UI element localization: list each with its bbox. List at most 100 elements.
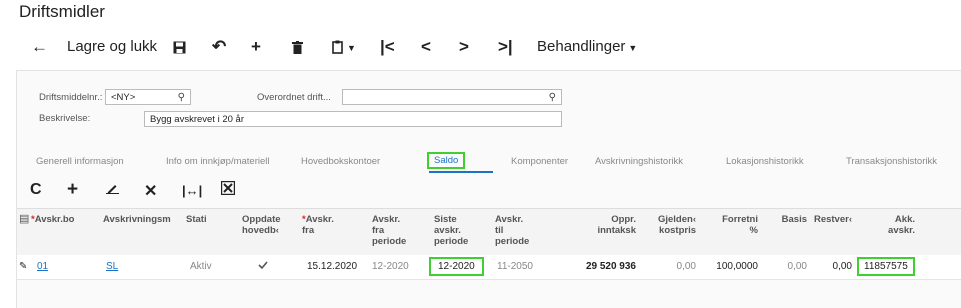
col-orig-cost-line1: Oppr. <box>611 214 636 225</box>
parent-label: Overordnet drift... <box>257 92 331 103</box>
col-business-pct[interactable]: Forretni% <box>705 214 758 236</box>
col-from-date[interactable]: *Avskr. fra <box>302 214 334 236</box>
fit-width-icon[interactable]: |↔| <box>182 183 202 198</box>
main-toolbar: ← Lagre og lukk ↶ + ▼ |< < > >| Behandli… <box>0 32 961 62</box>
col-update-gl-line2: hovedb‹ <box>242 225 279 236</box>
previous-icon[interactable]: < <box>421 32 431 62</box>
col-update-gl[interactable]: Oppdate hovedb‹ <box>242 214 281 236</box>
col-accum-depr[interactable]: Akk. avskr. <box>867 214 915 236</box>
col-orig-cost[interactable]: Oppr. inntaksk <box>557 214 636 236</box>
save-and-close-button[interactable]: Lagre og lukk <box>67 32 157 62</box>
next-icon[interactable]: > <box>459 32 469 62</box>
col-from-date-line2: fra <box>302 225 315 236</box>
col-to-period[interactable]: Avskr. til periode <box>495 214 529 247</box>
grid-header: ▤ *Avskr.bo Avskrivningsm Stati Oppdate h… <box>17 208 961 256</box>
plus-icon[interactable]: + <box>67 179 78 201</box>
save-icon[interactable] <box>173 32 186 62</box>
plus-icon[interactable]: + <box>251 32 261 62</box>
tab-gl-accounts[interactable]: Hovedbokskontoer <box>301 156 380 167</box>
copy-paste-icon[interactable]: ▼ <box>332 32 356 62</box>
cell-orig-cost[interactable]: 29 520 936 <box>557 261 636 272</box>
cell-business-pct[interactable]: 100,0000 <box>705 261 758 272</box>
asset-no-field[interactable]: <NY> ⚲ <box>105 89 191 105</box>
col-current-cost-line2: kostpris <box>659 225 696 236</box>
tab-balance[interactable]: Saldo <box>427 152 466 169</box>
excel-export-icon[interactable] <box>220 180 236 200</box>
update-gl-checkbox[interactable] <box>257 259 269 274</box>
col-residual[interactable]: Restver‹ <box>807 214 852 225</box>
col-from-period-line1: Avskr. <box>372 214 401 225</box>
cell-status: Aktiv <box>190 261 212 272</box>
col-business-pct-line1: Forretni <box>722 214 758 225</box>
cell-from-period: 12-2020 <box>372 261 409 272</box>
tab-general[interactable]: Generell informasjon <box>36 156 124 167</box>
asset-no-value: <NY> <box>111 92 136 103</box>
col-to-period-line2: til <box>495 225 504 236</box>
table-row[interactable]: ✎ 01 SL Aktiv 15.12.2020 12-2020 12-2020… <box>17 255 961 280</box>
tab-location-history[interactable]: Lokasjonshistorikk <box>726 156 804 167</box>
col-orig-cost-line2: inntaksk <box>597 225 636 236</box>
undo-icon[interactable]: ↶ <box>212 32 226 62</box>
search-icon[interactable]: ⚲ <box>549 90 556 106</box>
cell-to-period: 11-2050 <box>497 261 533 272</box>
col-from-period-line2: fra <box>372 225 385 236</box>
col-update-gl-line1: Oppdate <box>242 214 281 225</box>
col-business-pct-line2: % <box>749 225 758 236</box>
actions-menu-label: Behandlinger <box>537 38 626 55</box>
book-link[interactable]: 01 <box>37 261 48 272</box>
grid-layout-icon[interactable]: ▤ <box>19 214 29 225</box>
page-title: Driftsmidler <box>19 2 105 21</box>
tab-components[interactable]: Komponenter <box>511 156 568 167</box>
method-link[interactable]: SL <box>106 261 118 272</box>
tab-transaction-history[interactable]: Transaksjonshistorikk <box>846 156 937 167</box>
cell-from-date[interactable]: 15.12.2020 <box>307 261 357 272</box>
col-accum-depr-line2: avskr. <box>888 225 915 236</box>
cell-method[interactable]: SL <box>106 261 118 272</box>
col-current-cost[interactable]: Gjelden‹ kostpris <box>642 214 696 236</box>
grid-toolbar: C + ✕ |↔| <box>17 179 961 203</box>
cell-basis: 0,00 <box>787 261 807 272</box>
cell-accum-depr: 11857575 <box>857 257 915 276</box>
trash-icon[interactable] <box>292 32 303 62</box>
col-to-period-line1: Avskr. <box>495 214 524 225</box>
description-label: Beskrivelse: <box>39 113 91 124</box>
col-from-period-line3: periode <box>372 236 407 247</box>
edit-row-icon[interactable]: ✎ <box>19 261 27 272</box>
arrow-left-icon[interactable]: ← <box>31 32 48 62</box>
pencil-icon[interactable] <box>106 181 119 199</box>
active-tab-underline <box>429 171 493 173</box>
asset-no-label: Driftsmiddelnr.: <box>39 92 103 103</box>
col-book[interactable]: *Avskr.bo <box>31 214 74 225</box>
asset-panel: Driftsmiddelnr.: <NY> ⚲ Overordnet drift… <box>16 70 961 308</box>
col-status[interactable]: Stati <box>186 214 207 225</box>
description-value: Bygg avskrevet i 20 år <box>150 114 244 125</box>
actions-menu-button[interactable]: Behandlinger ▼ <box>537 32 637 62</box>
col-from-period[interactable]: Avskr. fra periode <box>372 214 406 247</box>
tab-purchase-info[interactable]: Info om innkjøp/materiell <box>166 156 269 167</box>
last-record-icon[interactable]: >| <box>498 32 513 62</box>
col-accum-depr-line1: Akk. <box>894 214 915 225</box>
cell-last-period: 12-2020 <box>429 257 484 276</box>
tab-depreciation-history[interactable]: Avskrivningshistorikk <box>595 156 683 167</box>
col-current-cost-line1: Gjelden‹ <box>657 214 696 225</box>
description-field[interactable]: Bygg avskrevet i 20 år <box>144 111 562 127</box>
col-from-date-line1: Avskr. <box>305 214 334 225</box>
tab-bar: Generell informasjon Info om innkjøp/mat… <box>17 152 961 176</box>
col-last-period-line3: periode <box>434 236 469 247</box>
chevron-down-icon: ▼ <box>628 43 638 53</box>
cell-current-cost: 0,00 <box>676 261 696 272</box>
col-method[interactable]: Avskrivningsm <box>103 214 171 225</box>
refresh-icon[interactable]: C <box>30 181 42 199</box>
col-to-period-line3: periode <box>495 236 530 247</box>
close-icon[interactable]: ✕ <box>144 181 157 201</box>
first-record-icon[interactable]: |< <box>380 32 395 62</box>
search-icon[interactable]: ⚲ <box>178 90 185 106</box>
col-last-period-line1: Siste <box>434 214 457 225</box>
parent-field[interactable]: ⚲ <box>342 89 562 105</box>
cell-book[interactable]: 01 <box>37 261 48 272</box>
col-last-period-line2: avskr. <box>434 225 461 236</box>
col-last-period[interactable]: Siste avskr. periode <box>434 214 468 247</box>
cell-residual: 0,00 <box>832 261 852 272</box>
col-book-label: Avskr.bo <box>34 214 75 225</box>
col-basis[interactable]: Basis <box>767 214 807 225</box>
